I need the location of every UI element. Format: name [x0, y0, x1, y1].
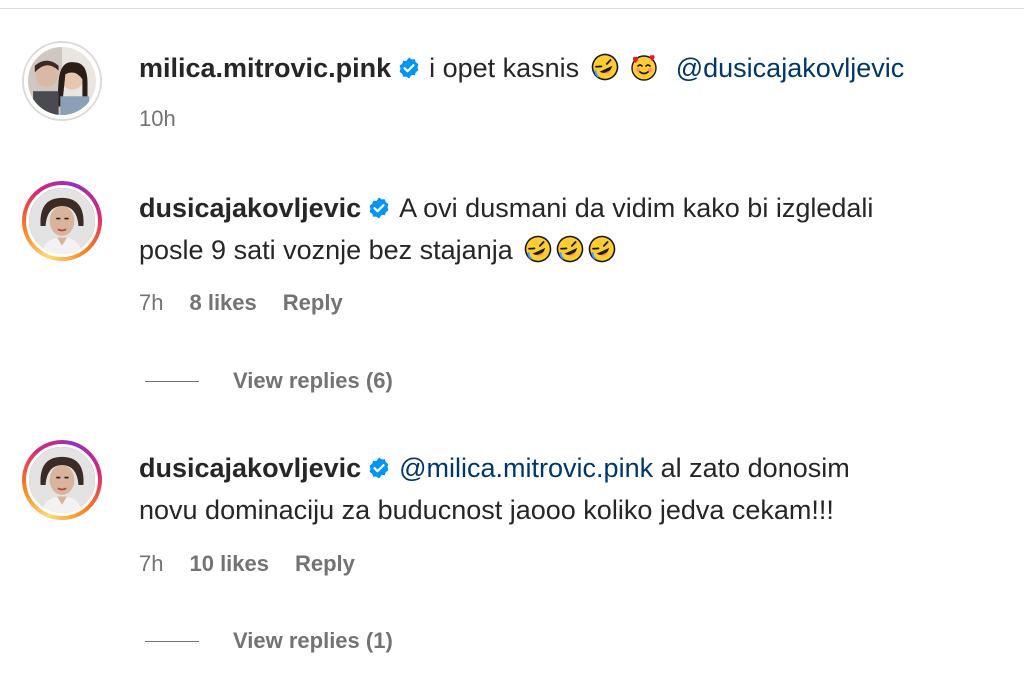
top-divider — [0, 8, 1024, 9]
avatar-with-story-ring[interactable] — [22, 440, 102, 520]
view-replies-button[interactable]: View replies (1) — [145, 628, 393, 654]
comment-text-line1: al zato donosim — [660, 453, 850, 483]
replies-divider-line — [145, 380, 199, 382]
reply-button[interactable]: Reply — [283, 290, 343, 316]
timestamp[interactable]: 7h — [139, 290, 163, 316]
avatar-with-story-ring[interactable] — [22, 181, 102, 261]
verified-badge-icon — [397, 56, 421, 80]
replies-divider-line — [145, 640, 199, 642]
comment-body: dusicajakovljevic A ovi dusmani da vidim … — [139, 187, 999, 271]
verified-badge-icon — [367, 196, 391, 220]
timestamp[interactable]: 10h — [139, 106, 176, 132]
likes-count[interactable]: 8 likes — [189, 290, 256, 316]
rofl-emoji — [588, 235, 616, 263]
comment-meta: 10h — [139, 106, 176, 132]
comment-text-line1: A ovi dusmani da vidim kako bi izgledali — [399, 193, 874, 223]
comment-meta: 7h 8 likes Reply — [139, 290, 343, 316]
view-replies-label: View replies (6) — [233, 368, 393, 393]
username[interactable]: milica.mitrovic.pink — [139, 53, 391, 83]
avatar[interactable] — [22, 41, 102, 121]
smiling-face-with-hearts-emoji — [630, 53, 658, 81]
rofl-emoji — [556, 235, 584, 263]
avatar-image — [29, 188, 95, 254]
comment-meta: 7h 10 likes Reply — [139, 551, 355, 577]
avatar-image — [29, 447, 95, 513]
comment-text-line2: novu dominaciju za buducnost jaooo kolik… — [139, 495, 834, 525]
view-replies-button[interactable]: View replies (6) — [145, 368, 393, 394]
avatar-photo — [26, 444, 98, 516]
view-replies-label: View replies (1) — [233, 628, 393, 653]
comment-text: i opet kasnis — [429, 53, 580, 83]
username[interactable]: dusicajakovljevic — [139, 193, 361, 223]
comment-body: milica.mitrovic.pink i opet kasnis @dusic… — [139, 47, 999, 89]
rofl-emoji — [524, 235, 552, 263]
timestamp[interactable]: 7h — [139, 551, 163, 577]
avatar-image — [28, 47, 96, 115]
mention-link[interactable]: @dusicajakovljevic — [676, 53, 905, 83]
comment-text-line2: posle 9 sati voznje bez stajanja — [139, 235, 513, 265]
avatar-photo — [26, 185, 98, 257]
verified-badge-icon — [367, 456, 391, 480]
avatar-photo — [24, 43, 100, 119]
likes-count[interactable]: 10 likes — [189, 551, 269, 577]
comment-body: dusicajakovljevic @milica.mitrovic.pink a… — [139, 447, 999, 531]
reply-button[interactable]: Reply — [295, 551, 355, 577]
mention-link[interactable]: @milica.mitrovic.pink — [399, 453, 653, 483]
rofl-emoji — [591, 53, 619, 81]
username[interactable]: dusicajakovljevic — [139, 453, 361, 483]
